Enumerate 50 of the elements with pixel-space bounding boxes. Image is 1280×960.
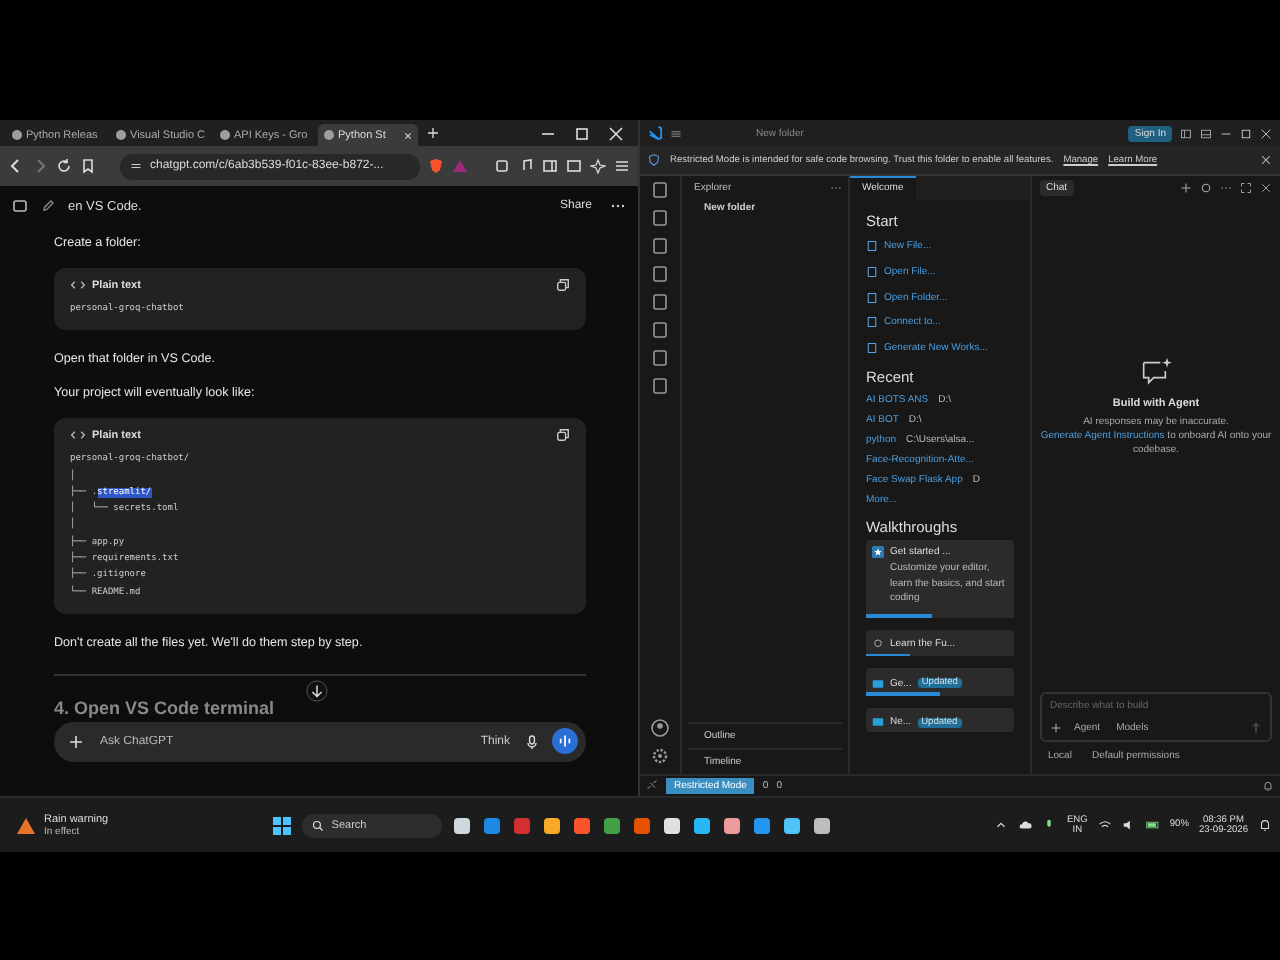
new-tab-icon[interactable]	[428, 128, 438, 138]
close-icon[interactable]	[1260, 154, 1272, 166]
edit-icon[interactable]	[40, 198, 56, 214]
panel-icon[interactable]	[1200, 127, 1212, 139]
media-icon[interactable]	[566, 158, 582, 174]
star-icon	[872, 546, 884, 559]
plus-icon[interactable]	[1180, 182, 1192, 194]
sidebar-icon[interactable]	[542, 158, 558, 174]
remote-icon[interactable]	[646, 780, 658, 792]
speaker-icon[interactable]	[1121, 818, 1136, 832]
reload-icon[interactable]	[56, 158, 72, 174]
battery-icon[interactable]	[1145, 818, 1160, 832]
maximize-icon[interactable]	[1240, 127, 1252, 139]
layout-icon[interactable]	[1180, 127, 1192, 139]
screen-icon	[872, 677, 884, 690]
sparkle-icon[interactable]	[590, 158, 606, 174]
site-settings-icon[interactable]	[130, 160, 142, 172]
close-icon[interactable]	[1260, 182, 1272, 194]
maximize-icon[interactable]	[1240, 182, 1252, 194]
shield-icon[interactable]	[428, 158, 444, 174]
plus-icon[interactable]	[1050, 722, 1062, 734]
scroll-down-icon[interactable]	[306, 679, 328, 702]
microphone-icon[interactable]	[524, 733, 540, 750]
back-icon[interactable]	[8, 158, 24, 174]
voice-icon[interactable]	[552, 728, 578, 755]
close-icon[interactable]	[1260, 127, 1272, 139]
chat-bubble-icon	[1139, 355, 1173, 385]
extension-icon[interactable]	[494, 158, 510, 174]
site-icon	[324, 130, 334, 140]
app-logo-icon	[648, 126, 662, 140]
bookmark-icon[interactable]	[80, 158, 96, 174]
bell-icon[interactable]	[1262, 780, 1274, 792]
wifi-icon[interactable]	[1097, 818, 1112, 832]
start-icon[interactable]	[271, 815, 292, 835]
site-icon	[116, 130, 126, 140]
site-icon	[12, 130, 22, 140]
copy-icon[interactable]	[556, 428, 570, 443]
chevron-icon[interactable]	[994, 818, 1009, 832]
site-icon	[220, 130, 230, 140]
microphone-icon[interactable]	[1042, 818, 1057, 832]
forward-icon[interactable]	[32, 158, 48, 174]
copy-icon[interactable]	[556, 278, 570, 292]
sidebar-toggle-icon[interactable]	[12, 198, 28, 214]
cloud-icon[interactable]	[1018, 818, 1033, 832]
account-icon[interactable]	[650, 718, 670, 738]
warning-icon	[16, 815, 36, 835]
screen-icon	[872, 716, 884, 729]
menu-icon[interactable]	[670, 127, 682, 139]
chat-heading: 4. Open VS Code terminal	[54, 697, 275, 718]
shield-icon	[648, 154, 660, 166]
